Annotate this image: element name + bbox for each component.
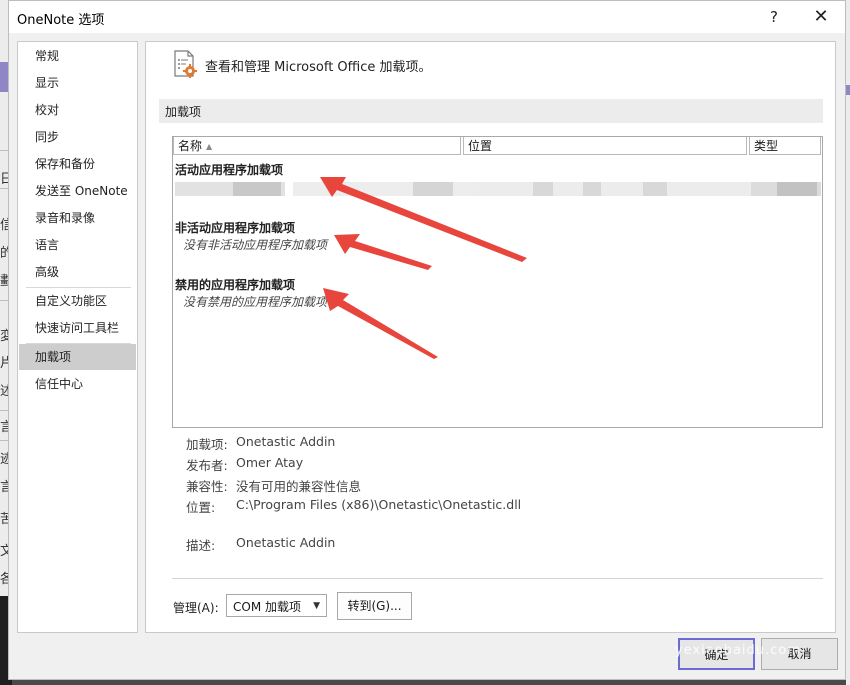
sidebar-item-customize-ribbon[interactable]: 自定义功能区 [19,288,136,314]
section-title: 加载项 [165,105,202,119]
section-header: 加载项 [159,99,823,123]
column-header-type[interactable]: 类型 [749,137,821,155]
column-header-name[interactable]: 名称 ▲ [173,137,461,155]
detail-compat-value: 没有可用的兼容性信息 [236,479,362,494]
sidebar-item-quick-access-toolbar[interactable]: 快速访问工具栏 [19,315,136,341]
detail-publisher-label: 发布者: [186,458,228,473]
detail-publisher-value: Omer Atay [236,455,304,470]
column-name-label: 名称 [178,139,203,153]
group-title-active: 活动应用程序加载项 [175,163,284,177]
detail-location-value: C:\Program Files (x86)\Onetastic\Onetast… [236,497,522,512]
onenote-options-dialog: OneNote 选项 ? ✕ 常规 显示 校对 同步 保存和备份 发送至 One… [8,0,846,680]
watermark-text: yexiaobaidu.com [675,643,801,658]
detail-compat-label: 兼容性: [186,479,228,494]
column-header-location[interactable]: 位置 [463,137,747,155]
sidebar-item-audio-video[interactable]: 录音和录像 [19,205,136,231]
sidebar-item-display[interactable]: 显示 [19,70,136,96]
close-button[interactable]: ✕ [801,5,841,29]
chevron-down-icon: ▼ [313,601,320,611]
sidebar-item-general[interactable]: 常规 [19,43,136,69]
sidebar-item-addins[interactable]: 加载项 [19,344,136,370]
sidebar-item-advanced[interactable]: 高级 [19,259,136,285]
group-title-disabled: 禁用的应用程序加载项 [175,278,296,292]
manage-select-value: COM 加载项 [233,600,301,614]
manage-select[interactable]: COM 加载项 ▼ [226,594,327,617]
panel-divider [172,578,823,579]
addins-list[interactable]: 名称 ▲ 位置 类型 活动应用程序加载项 非活动应用程序加载项 没有非活动应用程序… [172,136,823,428]
sidebar-item-proofing[interactable]: 校对 [19,97,136,123]
sidebar-item-send-to-onenote[interactable]: 发送至 OneNote [19,178,136,204]
options-sidebar: 常规 显示 校对 同步 保存和备份 发送至 OneNote 录音和录像 语言 高… [17,41,138,633]
detail-addin-label: 加载项: [186,437,228,452]
panel-header-text: 查看和管理 Microsoft Office 加载项。 [205,60,432,75]
background-window-right [846,0,850,685]
inactive-empty-text: 没有非活动应用程序加载项 [183,238,328,252]
detail-addin-value: Onetastic Addin [236,434,336,449]
detail-location-label: 位置: [186,500,216,515]
sidebar-item-save-backup[interactable]: 保存和备份 [19,151,136,177]
dialog-title: OneNote 选项 [17,13,105,28]
detail-description-value: Onetastic Addin [236,535,336,550]
group-title-inactive: 非活动应用程序加载项 [175,221,296,235]
help-button[interactable]: ? [754,5,794,29]
addins-gear-icon [174,50,197,78]
detail-description-label: 描述: [186,538,216,553]
go-button[interactable]: 转到(G)... [337,592,412,620]
sidebar-item-language[interactable]: 语言 [19,232,136,258]
disabled-empty-text: 没有禁用的应用程序加载项 [183,295,328,309]
table-row-redacted[interactable] [173,182,822,196]
sort-ascending-icon: ▲ [206,142,213,151]
addins-panel: 查看和管理 Microsoft Office 加载项。 加载项 名称 ▲ 位置 类… [145,41,836,633]
sidebar-item-sync[interactable]: 同步 [19,124,136,150]
title-bar[interactable]: OneNote 选项 ? ✕ [9,1,845,33]
sidebar-item-trust-center[interactable]: 信任中心 [19,371,136,397]
manage-label: 管理(A): [173,601,219,615]
